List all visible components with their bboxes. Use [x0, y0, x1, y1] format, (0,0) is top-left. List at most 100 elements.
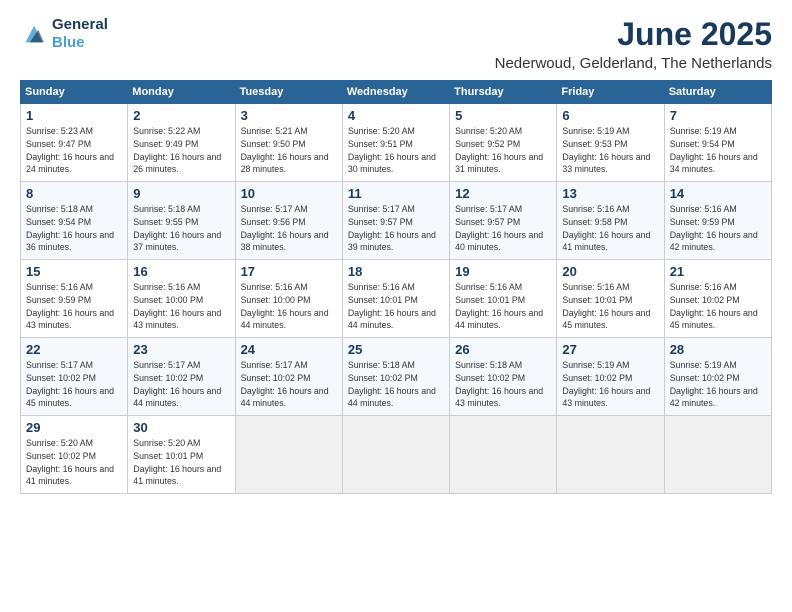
day-info: Sunrise: 5:17 AM Sunset: 10:02 PM Daylig… — [241, 359, 337, 410]
calendar-week-row: 15 Sunrise: 5:16 AM Sunset: 9:59 PM Dayl… — [21, 260, 772, 338]
day-number: 9 — [133, 186, 229, 201]
table-cell — [235, 416, 342, 494]
calendar-header-row: Sunday Monday Tuesday Wednesday Thursday… — [21, 81, 772, 104]
table-cell: 18 Sunrise: 5:16 AM Sunset: 10:01 PM Day… — [342, 260, 449, 338]
logo: General Blue — [20, 16, 108, 52]
table-cell: 30 Sunrise: 5:20 AM Sunset: 10:01 PM Day… — [128, 416, 235, 494]
day-info: Sunrise: 5:19 AM Sunset: 9:53 PM Dayligh… — [562, 125, 658, 176]
table-cell: 21 Sunrise: 5:16 AM Sunset: 10:02 PM Day… — [664, 260, 771, 338]
table-cell — [664, 416, 771, 494]
day-number: 23 — [133, 342, 229, 357]
page: General Blue June 2025 Nederwoud, Gelder… — [0, 0, 792, 612]
day-number: 30 — [133, 420, 229, 435]
day-number: 14 — [670, 186, 766, 201]
day-info: Sunrise: 5:19 AM Sunset: 10:02 PM Daylig… — [562, 359, 658, 410]
calendar-week-row: 8 Sunrise: 5:18 AM Sunset: 9:54 PM Dayli… — [21, 182, 772, 260]
table-cell — [557, 416, 664, 494]
day-info: Sunrise: 5:17 AM Sunset: 10:02 PM Daylig… — [26, 359, 122, 410]
table-cell: 13 Sunrise: 5:16 AM Sunset: 9:58 PM Dayl… — [557, 182, 664, 260]
day-info: Sunrise: 5:16 AM Sunset: 10:01 PM Daylig… — [348, 281, 444, 332]
day-number: 7 — [670, 108, 766, 123]
day-number: 11 — [348, 186, 444, 201]
day-number: 29 — [26, 420, 122, 435]
day-number: 18 — [348, 264, 444, 279]
table-cell — [342, 416, 449, 494]
day-number: 26 — [455, 342, 551, 357]
table-cell: 17 Sunrise: 5:16 AM Sunset: 10:00 PM Day… — [235, 260, 342, 338]
table-cell: 28 Sunrise: 5:19 AM Sunset: 10:02 PM Day… — [664, 338, 771, 416]
col-wednesday: Wednesday — [342, 81, 449, 104]
table-cell: 15 Sunrise: 5:16 AM Sunset: 9:59 PM Dayl… — [21, 260, 128, 338]
table-cell: 7 Sunrise: 5:19 AM Sunset: 9:54 PM Dayli… — [664, 104, 771, 182]
day-number: 10 — [241, 186, 337, 201]
col-saturday: Saturday — [664, 81, 771, 104]
header: General Blue June 2025 Nederwoud, Gelder… — [20, 16, 772, 72]
table-cell: 9 Sunrise: 5:18 AM Sunset: 9:55 PM Dayli… — [128, 182, 235, 260]
day-number: 21 — [670, 264, 766, 279]
location-title: Nederwoud, Gelderland, The Netherlands — [495, 55, 772, 72]
day-info: Sunrise: 5:16 AM Sunset: 10:00 PM Daylig… — [241, 281, 337, 332]
day-info: Sunrise: 5:16 AM Sunset: 9:59 PM Dayligh… — [670, 203, 766, 254]
col-sunday: Sunday — [21, 81, 128, 104]
day-info: Sunrise: 5:20 AM Sunset: 10:02 PM Daylig… — [26, 437, 122, 488]
table-cell: 26 Sunrise: 5:18 AM Sunset: 10:02 PM Day… — [450, 338, 557, 416]
table-cell: 14 Sunrise: 5:16 AM Sunset: 9:59 PM Dayl… — [664, 182, 771, 260]
day-number: 6 — [562, 108, 658, 123]
day-number: 24 — [241, 342, 337, 357]
table-cell: 22 Sunrise: 5:17 AM Sunset: 10:02 PM Day… — [21, 338, 128, 416]
day-number: 27 — [562, 342, 658, 357]
day-info: Sunrise: 5:21 AM Sunset: 9:50 PM Dayligh… — [241, 125, 337, 176]
day-info: Sunrise: 5:16 AM Sunset: 9:58 PM Dayligh… — [562, 203, 658, 254]
day-info: Sunrise: 5:16 AM Sunset: 10:01 PM Daylig… — [562, 281, 658, 332]
col-tuesday: Tuesday — [235, 81, 342, 104]
table-cell: 8 Sunrise: 5:18 AM Sunset: 9:54 PM Dayli… — [21, 182, 128, 260]
table-cell — [450, 416, 557, 494]
col-monday: Monday — [128, 81, 235, 104]
day-info: Sunrise: 5:18 AM Sunset: 10:02 PM Daylig… — [455, 359, 551, 410]
day-number: 4 — [348, 108, 444, 123]
day-number: 22 — [26, 342, 122, 357]
table-cell: 5 Sunrise: 5:20 AM Sunset: 9:52 PM Dayli… — [450, 104, 557, 182]
day-info: Sunrise: 5:20 AM Sunset: 9:52 PM Dayligh… — [455, 125, 551, 176]
day-number: 2 — [133, 108, 229, 123]
day-info: Sunrise: 5:17 AM Sunset: 9:57 PM Dayligh… — [455, 203, 551, 254]
day-number: 19 — [455, 264, 551, 279]
table-cell: 20 Sunrise: 5:16 AM Sunset: 10:01 PM Day… — [557, 260, 664, 338]
day-info: Sunrise: 5:18 AM Sunset: 10:02 PM Daylig… — [348, 359, 444, 410]
day-info: Sunrise: 5:20 AM Sunset: 9:51 PM Dayligh… — [348, 125, 444, 176]
table-cell: 11 Sunrise: 5:17 AM Sunset: 9:57 PM Dayl… — [342, 182, 449, 260]
day-info: Sunrise: 5:22 AM Sunset: 9:49 PM Dayligh… — [133, 125, 229, 176]
day-number: 8 — [26, 186, 122, 201]
day-info: Sunrise: 5:18 AM Sunset: 9:54 PM Dayligh… — [26, 203, 122, 254]
day-info: Sunrise: 5:17 AM Sunset: 9:57 PM Dayligh… — [348, 203, 444, 254]
day-number: 16 — [133, 264, 229, 279]
day-number: 17 — [241, 264, 337, 279]
day-info: Sunrise: 5:17 AM Sunset: 10:02 PM Daylig… — [133, 359, 229, 410]
day-number: 15 — [26, 264, 122, 279]
table-cell: 19 Sunrise: 5:16 AM Sunset: 10:01 PM Day… — [450, 260, 557, 338]
logo-text-line1: General — [52, 16, 108, 34]
table-cell: 6 Sunrise: 5:19 AM Sunset: 9:53 PM Dayli… — [557, 104, 664, 182]
table-cell: 1 Sunrise: 5:23 AM Sunset: 9:47 PM Dayli… — [21, 104, 128, 182]
table-cell: 2 Sunrise: 5:22 AM Sunset: 9:49 PM Dayli… — [128, 104, 235, 182]
day-info: Sunrise: 5:17 AM Sunset: 9:56 PM Dayligh… — [241, 203, 337, 254]
calendar-week-row: 22 Sunrise: 5:17 AM Sunset: 10:02 PM Day… — [21, 338, 772, 416]
table-cell: 10 Sunrise: 5:17 AM Sunset: 9:56 PM Dayl… — [235, 182, 342, 260]
day-number: 5 — [455, 108, 551, 123]
title-block: June 2025 Nederwoud, Gelderland, The Net… — [495, 16, 772, 72]
table-cell: 27 Sunrise: 5:19 AM Sunset: 10:02 PM Day… — [557, 338, 664, 416]
table-cell: 25 Sunrise: 5:18 AM Sunset: 10:02 PM Day… — [342, 338, 449, 416]
table-cell: 23 Sunrise: 5:17 AM Sunset: 10:02 PM Day… — [128, 338, 235, 416]
calendar-week-row: 29 Sunrise: 5:20 AM Sunset: 10:02 PM Day… — [21, 416, 772, 494]
day-number: 28 — [670, 342, 766, 357]
table-cell: 3 Sunrise: 5:21 AM Sunset: 9:50 PM Dayli… — [235, 104, 342, 182]
day-number: 1 — [26, 108, 122, 123]
day-number: 3 — [241, 108, 337, 123]
calendar-week-row: 1 Sunrise: 5:23 AM Sunset: 9:47 PM Dayli… — [21, 104, 772, 182]
day-number: 12 — [455, 186, 551, 201]
day-info: Sunrise: 5:20 AM Sunset: 10:01 PM Daylig… — [133, 437, 229, 488]
col-thursday: Thursday — [450, 81, 557, 104]
logo-text-line2: Blue — [52, 34, 108, 52]
day-info: Sunrise: 5:16 AM Sunset: 9:59 PM Dayligh… — [26, 281, 122, 332]
day-info: Sunrise: 5:16 AM Sunset: 10:02 PM Daylig… — [670, 281, 766, 332]
